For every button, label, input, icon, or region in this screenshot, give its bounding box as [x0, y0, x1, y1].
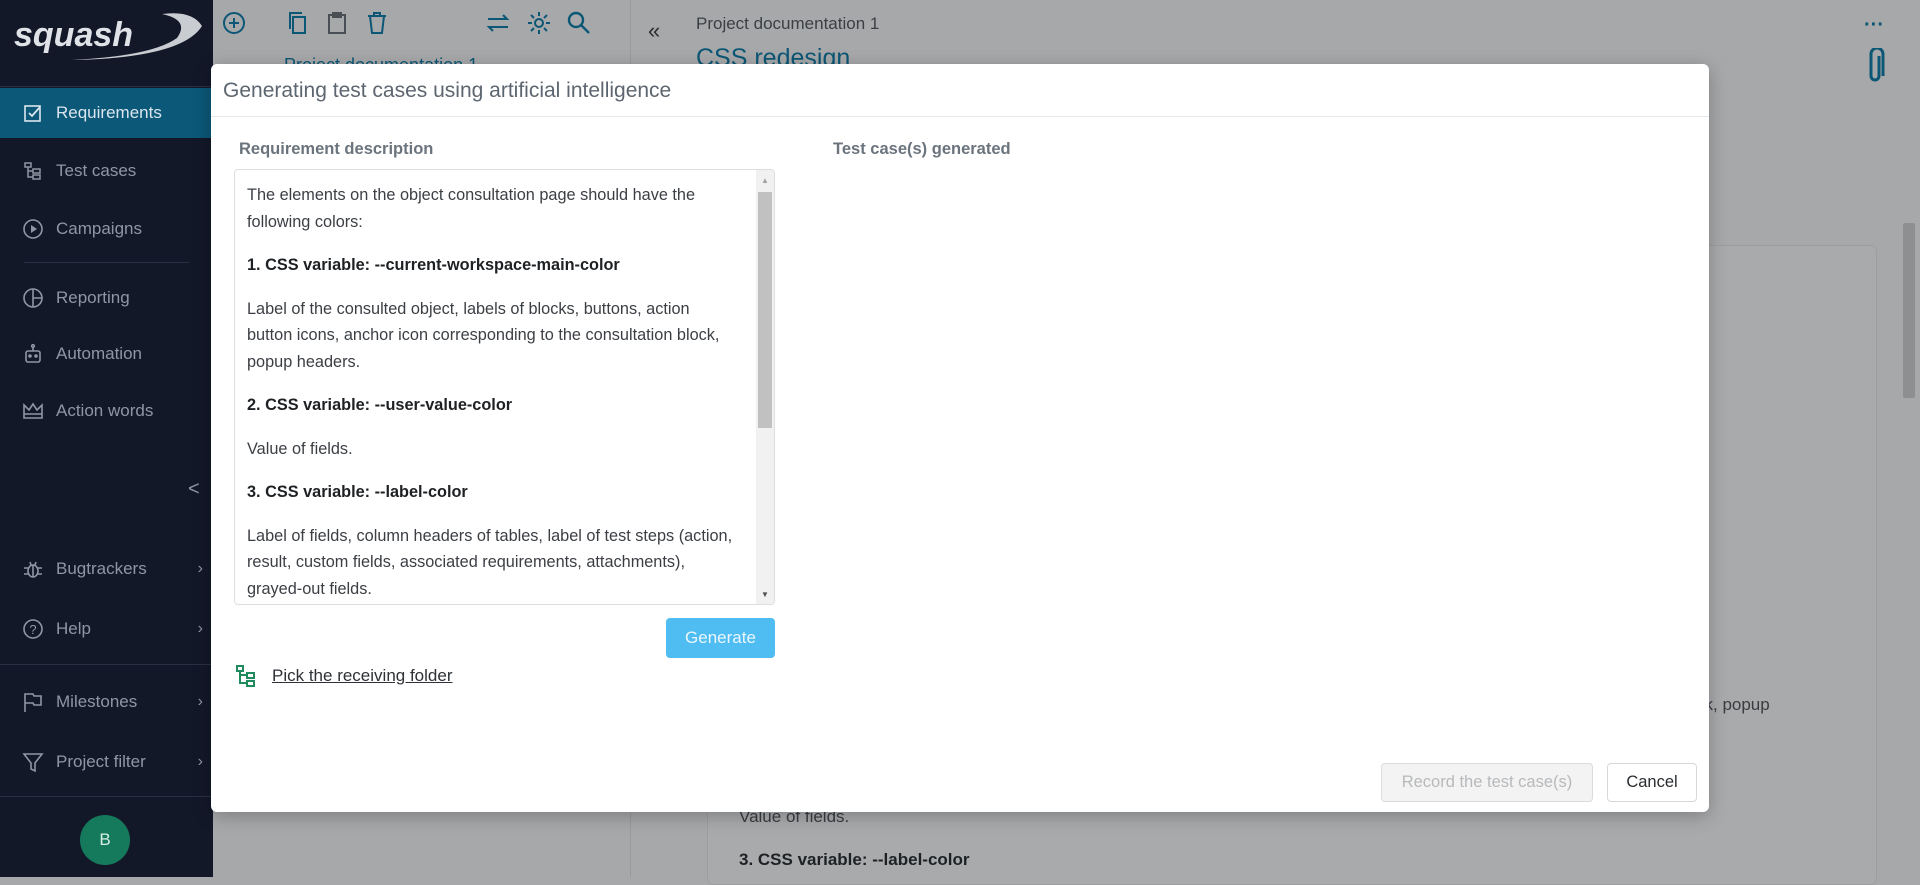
svg-text:squash: squash — [14, 16, 133, 54]
swap-icon[interactable] — [485, 10, 511, 36]
scrollbar-thumb[interactable] — [758, 192, 772, 428]
requirement-description-textarea[interactable]: The elements on the object consultation … — [234, 169, 775, 605]
sidebar-item-action-words[interactable]: Action words — [0, 386, 213, 436]
sidebar-item-label: Requirements — [56, 103, 162, 122]
divider — [0, 664, 213, 665]
sidebar-item-label: Bugtrackers — [56, 559, 147, 578]
chevron-right-icon: › — [197, 560, 203, 577]
folder-tree-icon — [236, 665, 255, 687]
collapse-tree-button[interactable]: « — [648, 18, 660, 44]
page-scrollbar[interactable] — [1898, 171, 1920, 877]
svg-text:?: ? — [29, 622, 36, 637]
filter-icon — [22, 751, 44, 773]
pick-folder-label[interactable]: Pick the receiving folder — [272, 666, 452, 686]
description-paragraph: Label of the consulted object, labels of… — [247, 299, 720, 371]
sidebar-item-label: Project filter — [56, 752, 146, 771]
tree-icon — [22, 160, 44, 182]
requirement-description-label: Requirement description — [239, 140, 434, 158]
sidebar-item-bugtrackers[interactable]: Bugtrackers › — [0, 544, 213, 594]
background-text: 3. CSS variable: --label-color — [739, 850, 970, 869]
divider — [0, 86, 213, 87]
sidebar-item-label: Automation — [56, 344, 142, 363]
divider — [0, 796, 213, 797]
gear-icon[interactable] — [526, 10, 552, 36]
sidebar-item-campaigns[interactable]: Campaigns — [0, 204, 213, 254]
flag-icon — [22, 691, 44, 713]
record-test-cases-button[interactable]: Record the test case(s) — [1381, 763, 1593, 802]
more-menu-button[interactable]: ··· — [1864, 14, 1884, 37]
generated-test-cases-label: Test case(s) generated — [833, 140, 1011, 158]
textarea-scrollbar[interactable]: ▲ ▼ — [756, 170, 774, 604]
sidebar-item-project-filter[interactable]: Project filter › — [0, 737, 213, 787]
sidebar-item-label: Milestones — [56, 692, 138, 711]
delete-icon[interactable] — [364, 10, 390, 36]
sidebar-item-requirements[interactable]: Requirements — [0, 88, 213, 138]
ai-generation-dialog: Generating test cases using artificial i… — [211, 64, 1709, 812]
sidebar-item-reporting[interactable]: Reporting — [0, 273, 213, 323]
copy-icon[interactable] — [285, 10, 311, 36]
description-paragraph: Label of fields, column headers of table… — [247, 526, 733, 598]
description-paragraph: Value of fields. — [247, 439, 353, 458]
description-paragraph: The elements on the object consultation … — [247, 186, 696, 231]
breadcrumb: Project documentation 1 — [696, 14, 880, 33]
sidebar-item-test-cases[interactable]: Test cases — [0, 146, 213, 196]
paperclip-icon[interactable] — [1864, 48, 1886, 84]
sidebar-item-label: Reporting — [56, 288, 130, 307]
scrollbar-thumb[interactable] — [1903, 223, 1915, 398]
scroll-down-arrow-icon[interactable]: ▼ — [761, 590, 769, 599]
description-heading: 2. CSS variable: --user-value-color — [247, 396, 513, 414]
checkbox-icon — [22, 102, 44, 124]
search-icon[interactable] — [566, 10, 592, 36]
chevron-right-icon: › — [197, 753, 203, 770]
sidebar-item-label: Help — [56, 619, 91, 638]
pie-icon — [22, 287, 44, 309]
help-icon: ? — [22, 618, 44, 640]
cancel-button[interactable]: Cancel — [1607, 763, 1697, 802]
sidebar: squash Requirements Test cases Campaigns… — [0, 0, 213, 877]
dialog-title: Generating test cases using artificial i… — [223, 79, 672, 102]
sidebar-item-help[interactable]: ? Help › — [0, 604, 213, 654]
robot-icon — [22, 343, 44, 365]
bug-icon — [22, 558, 44, 580]
description-heading: 1. CSS variable: --current-workspace-mai… — [247, 256, 620, 274]
sidebar-item-label: Action words — [56, 401, 154, 420]
collapse-sidebar-button[interactable]: < — [188, 478, 200, 501]
sidebar-item-label: Campaigns — [56, 219, 142, 238]
generate-button[interactable]: Generate — [666, 618, 775, 658]
sidebar-item-label: Test cases — [56, 161, 137, 180]
add-icon[interactable] — [221, 10, 247, 36]
divider — [211, 116, 1709, 117]
squash-logo[interactable]: squash — [12, 8, 202, 64]
scroll-up-arrow-icon[interactable]: ▲ — [761, 176, 769, 185]
chevron-right-icon: › — [197, 620, 203, 637]
chevron-right-icon: › — [197, 693, 203, 710]
avatar[interactable]: B — [80, 815, 130, 865]
play-circle-icon — [22, 218, 44, 240]
paste-icon[interactable] — [324, 10, 350, 36]
sidebar-item-milestones[interactable]: Milestones › — [0, 677, 213, 727]
crown-icon — [22, 400, 44, 422]
pick-folder-link[interactable]: Pick the receiving folder — [236, 665, 452, 687]
sidebar-item-automation[interactable]: Automation — [0, 329, 213, 379]
divider — [24, 262, 189, 263]
description-heading: 3. CSS variable: --label-color — [247, 483, 468, 501]
